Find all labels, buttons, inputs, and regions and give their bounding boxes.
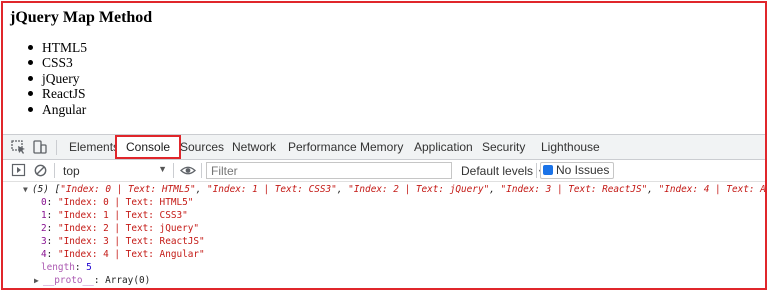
tab-security[interactable]: Security <box>482 135 525 159</box>
devtools-panel: Elements Console Sources Network Perform… <box>3 131 766 288</box>
length-value: 5 <box>86 262 92 273</box>
item-list: HTML5 CSS3 jQuery ReactJS Angular <box>26 40 87 117</box>
list-item: HTML5 <box>26 40 87 55</box>
length-key: length <box>41 262 75 273</box>
array-entry: 0: "Index: 0 | Text: HTML5" <box>41 197 194 208</box>
proto-entry[interactable]: ▶ __proto__: Array(0) <box>34 274 150 287</box>
tab-lighthouse[interactable]: Lighthouse <box>541 135 600 159</box>
array-entry: 3: "Index: 3 | Text: ReactJS" <box>41 236 205 247</box>
tab-elements[interactable]: Elements <box>69 135 119 159</box>
chevron-down-icon: ▼ <box>158 164 167 174</box>
context-value: top <box>63 164 80 178</box>
list-item: ReactJS <box>26 86 87 101</box>
issues-button[interactable]: No Issues <box>540 162 615 179</box>
entry-value: "Index: 4 | Text: Angular" <box>57 249 205 260</box>
length-entry: length: 5 <box>41 262 92 273</box>
expand-triangle-icon[interactable]: ▼ <box>23 183 32 196</box>
context-selector[interactable]: top ▼ <box>59 163 169 179</box>
tab-memory[interactable]: Memory <box>360 135 403 159</box>
clear-console-icon[interactable] <box>33 163 49 178</box>
devtools-tab-bar: Elements Console Sources Network Perform… <box>3 134 765 160</box>
array-entry: 4: "Index: 4 | Text: Angular" <box>41 249 205 260</box>
sidebar-toggle-icon[interactable] <box>11 163 27 178</box>
console-toolbar: top ▼ Default levels▼ No Issues <box>3 160 765 182</box>
summary-item: "Index: 4 | Text: Angular" <box>658 184 766 195</box>
tab-sources[interactable]: Sources <box>180 135 224 159</box>
tab-console[interactable]: Console <box>115 135 182 159</box>
array-entry: 1: "Index: 1 | Text: CSS3" <box>41 210 188 221</box>
expand-triangle-icon[interactable]: ▶ <box>34 274 43 287</box>
filter-input[interactable] <box>206 162 452 179</box>
issues-icon <box>543 165 553 175</box>
summary-item: "Index: 2 | Text: jQuery" <box>348 184 490 195</box>
eye-icon[interactable] <box>180 163 196 178</box>
toolbar-divider <box>173 163 174 178</box>
tab-performance[interactable]: Performance <box>288 135 357 159</box>
tab-application[interactable]: Application <box>414 135 473 159</box>
log-levels-dropdown[interactable]: Default levels▼ <box>461 164 546 178</box>
summary-item: "Index: 3 | Text: ReactJS" <box>500 184 648 195</box>
summary-item: "Index: 0 | Text: HTML5" <box>60 184 196 195</box>
toolbar-divider <box>201 163 202 178</box>
array-entry: 2: "Index: 2 | Text: jQuery" <box>41 223 200 234</box>
array-length-label: (5) <box>32 184 49 195</box>
list-item: jQuery <box>26 71 87 86</box>
summary-item: "Index: 1 | Text: CSS3" <box>207 184 337 195</box>
toolbar-divider <box>54 163 55 178</box>
proto-key: __proto__ <box>43 275 94 286</box>
entry-value: "Index: 1 | Text: CSS3" <box>57 210 188 221</box>
entry-value: "Index: 2 | Text: jQuery" <box>57 223 200 234</box>
entry-value: "Index: 3 | Text: ReactJS" <box>57 236 205 247</box>
page-title: jQuery Map Method <box>10 9 153 26</box>
device-toolbar-icon[interactable] <box>32 140 48 155</box>
array-summary-line[interactable]: ▼ (5) ["Index: 0 | Text: HTML5", "Index: … <box>23 183 766 196</box>
screenshot-frame: jQuery Map Method HTML5 CSS3 jQuery Reac… <box>1 1 767 290</box>
proto-value: Array(0) <box>105 275 151 286</box>
inspect-element-icon[interactable] <box>11 140 27 155</box>
entry-value: "Index: 0 | Text: HTML5" <box>57 197 194 208</box>
toolbar-divider <box>56 140 57 155</box>
toolbar-divider <box>536 163 537 178</box>
tab-network[interactable]: Network <box>232 135 276 159</box>
list-item: Angular <box>26 102 87 117</box>
issues-label: No Issues <box>556 163 610 177</box>
list-item: CSS3 <box>26 55 87 70</box>
log-levels-label: Default levels <box>461 164 534 178</box>
